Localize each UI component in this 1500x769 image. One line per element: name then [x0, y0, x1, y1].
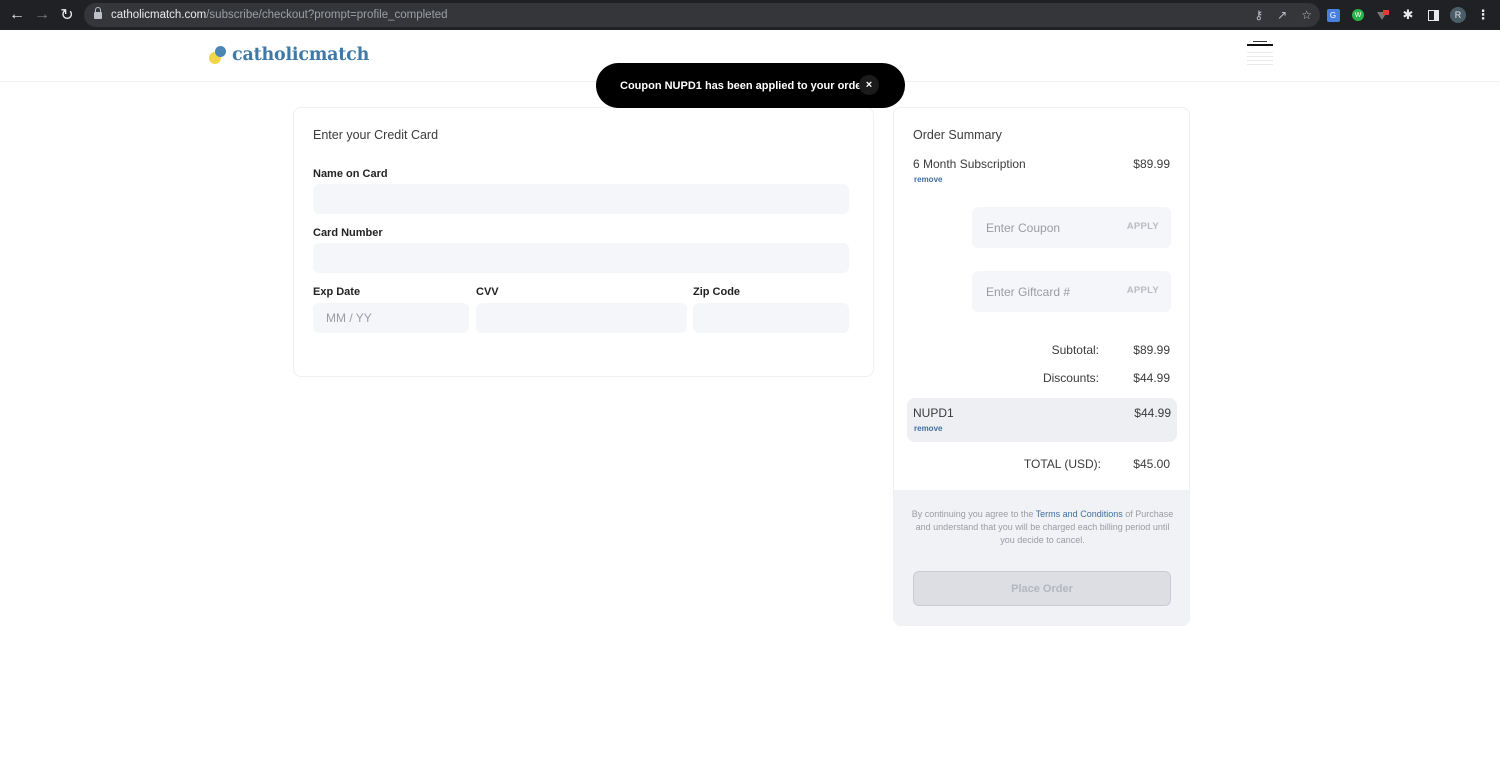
apply-coupon-button[interactable]: APPLY: [1127, 221, 1159, 232]
cvv-label: CVV: [476, 286, 499, 298]
close-icon[interactable]: ×: [859, 75, 879, 95]
applied-coupon-code: NUPD1: [913, 406, 954, 420]
toast-message: Coupon NUPD1 has been applied to your or…: [620, 79, 869, 92]
address-bar[interactable]: catholicmatch.com/subscribe/checkout?pro…: [84, 3, 1320, 27]
terms-link[interactable]: Terms and Conditions: [1036, 509, 1123, 519]
order-summary-panel: Order Summary 6 Month Subscription $89.9…: [893, 107, 1190, 626]
credit-card-panel: Enter your Credit Card Name on Card Card…: [293, 107, 874, 377]
place-order-button[interactable]: Place Order: [913, 571, 1171, 606]
name-on-card-label: Name on Card: [313, 168, 388, 180]
coupon-input[interactable]: [972, 207, 1122, 248]
exp-date-label: Exp Date: [313, 286, 361, 298]
giftcard-field: APPLY: [972, 271, 1171, 312]
reload-icon[interactable]: ↻: [54, 0, 80, 30]
applied-coupon-amount: $44.99: [1134, 406, 1171, 420]
remove-coupon-link[interactable]: remove: [914, 424, 942, 433]
logo-icon: [209, 45, 229, 65]
menu-icon[interactable]: ⋮: [1473, 0, 1493, 30]
cvv-input[interactable]: [476, 303, 687, 333]
order-summary-title: Order Summary: [913, 128, 1002, 142]
legal-text: By continuing you agree to the Terms and…: [910, 508, 1175, 547]
name-on-card-input[interactable]: [313, 184, 849, 214]
remove-subscription-link[interactable]: remove: [914, 175, 942, 184]
zip-code-label: Zip Code: [693, 286, 741, 298]
exp-date-input[interactable]: [313, 303, 469, 333]
red-extension-icon[interactable]: [1373, 0, 1393, 30]
card-number-input[interactable]: [313, 243, 849, 273]
url-path: /subscribe/checkout?prompt=profile_compl…: [206, 9, 448, 21]
subscription-name: 6 Month Subscription: [913, 157, 1026, 171]
puzzle-icon[interactable]: ✱: [1398, 0, 1418, 30]
legal-prefix: By continuing you agree to the: [911, 509, 1036, 519]
total-value: $45.00: [1133, 457, 1170, 471]
apply-giftcard-button[interactable]: APPLY: [1127, 285, 1159, 296]
avatar: R: [1450, 7, 1466, 23]
logo[interactable]: catholicmatch: [209, 45, 369, 65]
key-icon[interactable]: ⚷: [1254, 8, 1263, 22]
applied-coupon-row: NUPD1 $44.99 remove: [907, 398, 1177, 442]
zip-code-input[interactable]: [693, 303, 849, 333]
discounts-label: Discounts:: [1042, 371, 1099, 385]
star-icon[interactable]: ☆: [1301, 8, 1312, 22]
lock-icon[interactable]: [94, 6, 102, 20]
subscription-price: $89.99: [1133, 157, 1170, 171]
logo-text: catholicmatch: [232, 45, 370, 65]
profile-avatar[interactable]: R: [1448, 0, 1468, 30]
coupon-applied-toast: Coupon NUPD1 has been applied to your or…: [596, 63, 905, 108]
giftcard-input[interactable]: [972, 271, 1122, 312]
card-number-label: Card Number: [313, 227, 383, 239]
share-icon[interactable]: ↗: [1277, 8, 1287, 22]
checkout-footer: By continuing you agree to the Terms and…: [894, 490, 1189, 625]
forward-icon[interactable]: →: [29, 0, 55, 30]
subtotal-label: Subtotal:: [1051, 343, 1099, 357]
user-thumbnail[interactable]: [1244, 40, 1276, 70]
subtotal-value: $89.99: [1133, 343, 1170, 357]
back-icon[interactable]: ←: [4, 0, 30, 30]
browser-toolbar: ← → ↻ catholicmatch.com/subscribe/checko…: [0, 0, 1500, 30]
translate-extension-icon[interactable]: G: [1323, 0, 1343, 30]
side-panel-icon[interactable]: [1423, 0, 1443, 30]
coupon-field: APPLY: [972, 207, 1171, 248]
total-label: TOTAL (USD):: [1023, 457, 1101, 471]
panel-title: Enter your Credit Card: [313, 128, 439, 142]
url-host: catholicmatch.com: [111, 9, 207, 21]
discounts-value: $44.99: [1133, 371, 1170, 385]
green-extension-icon[interactable]: W: [1348, 0, 1368, 30]
